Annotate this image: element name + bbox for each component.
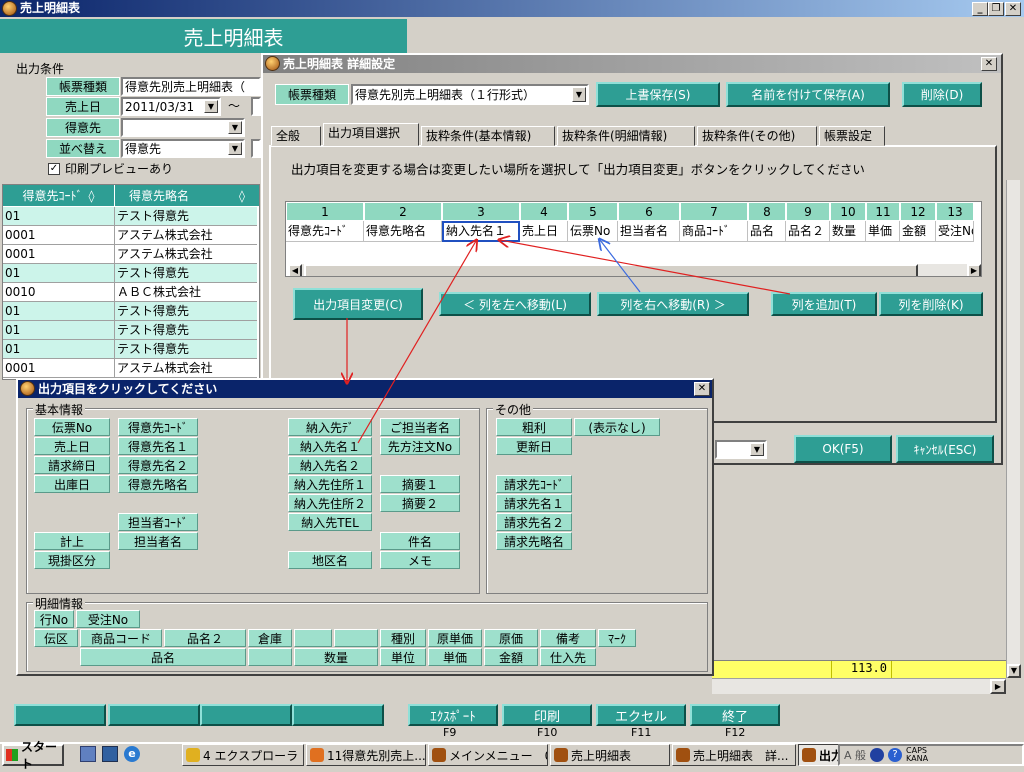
taskbar-item-0[interactable]: 4 エクスプローラ	[182, 744, 304, 766]
quick-launch: e	[80, 746, 140, 762]
app-icon	[310, 748, 324, 762]
taskbar-item-2[interactable]: メインメニュー 0...	[428, 744, 548, 766]
outlook-icon[interactable]	[102, 746, 118, 762]
taskbar-item-label: メインメニュー 0...	[449, 748, 547, 763]
app-icon	[676, 748, 690, 762]
ime-icon[interactable]: A 般	[844, 747, 866, 763]
arrow-add-to-column	[500, 240, 791, 295]
ie-icon[interactable]: e	[124, 746, 140, 762]
taskbar-item-4[interactable]: 売上明細表 詳...	[672, 744, 796, 766]
taskbar-item-label: 売上明細表	[571, 748, 632, 763]
tab-1[interactable]: 出力項目選択	[323, 123, 419, 146]
caps-kana-indicator: CAPS KANA	[906, 746, 929, 763]
taskbar-item-1[interactable]: 11得意先別売上...	[306, 744, 426, 766]
taskbar-item-label: 4 エクスプローラ	[203, 748, 299, 763]
taskbar-item-3[interactable]: 売上明細表	[550, 744, 670, 766]
windows-logo-icon	[6, 749, 18, 761]
app-icon	[554, 748, 568, 762]
start-label: スタート	[20, 740, 57, 771]
taskbar-item-label: 11得意先別売上...	[327, 748, 426, 763]
system-tray: A 般 ? CAPS KANA	[838, 744, 1024, 766]
app-icon	[802, 748, 816, 762]
help-icon[interactable]: ?	[888, 748, 903, 762]
annotation-arrows	[0, 0, 791, 444]
taskbar-item-label: 売上明細表 詳...	[693, 748, 789, 763]
arrow-picker-to-column	[357, 241, 476, 444]
app-icon	[432, 748, 446, 762]
arrow-right-to-column	[600, 240, 641, 293]
start-button[interactable]: スタート	[2, 740, 64, 771]
tray-app-icon[interactable]	[870, 748, 885, 762]
desktop-icon[interactable]	[80, 746, 96, 762]
folder-icon	[186, 748, 200, 762]
